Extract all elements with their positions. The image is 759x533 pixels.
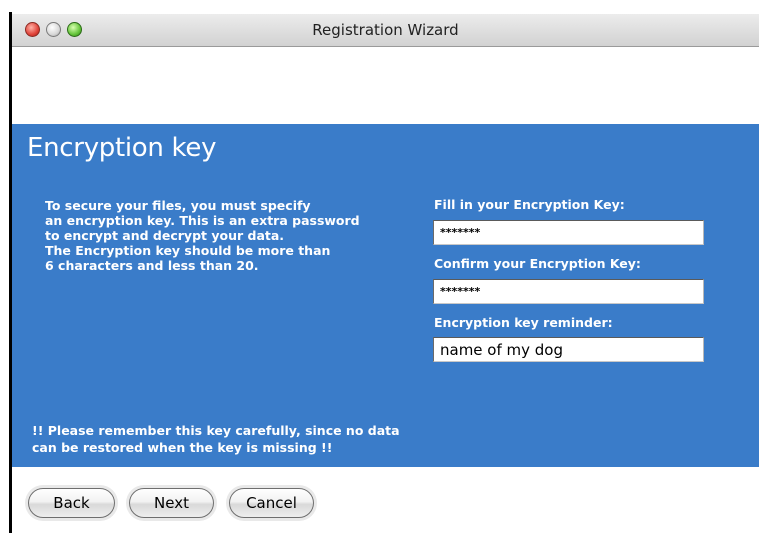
description-line: The Encryption key should be more than bbox=[45, 243, 331, 258]
cancel-button[interactable]: Cancel bbox=[229, 488, 314, 518]
warning-line: can be restored when the key is missing … bbox=[32, 440, 333, 455]
description-line: 6 characters and less than 20. bbox=[45, 258, 259, 273]
description-line: To secure your files, you must specify bbox=[45, 198, 311, 213]
encryption-key-field[interactable] bbox=[433, 220, 704, 245]
description-line: an encryption key. This is an extra pass… bbox=[45, 213, 360, 228]
confirm-key-field[interactable] bbox=[433, 279, 704, 304]
key-reminder-field[interactable] bbox=[433, 337, 704, 362]
warning-line: !! Please remember this key carefully, s… bbox=[32, 423, 400, 438]
window-title: Registration Wizard bbox=[312, 21, 459, 39]
description-line: to encrypt and decrypt your data. bbox=[45, 228, 285, 243]
page-title: Encryption key bbox=[27, 133, 217, 163]
title-bar[interactable]: Registration Wizard bbox=[12, 14, 759, 47]
encryption-key-label: Fill in your Encryption Key: bbox=[434, 197, 625, 212]
back-button[interactable]: Back bbox=[28, 488, 115, 518]
confirm-key-label: Confirm your Encryption Key: bbox=[434, 256, 641, 271]
warning-text: !! Please remember this key carefully, s… bbox=[32, 422, 400, 456]
description-text: To secure your files, you must specify a… bbox=[45, 198, 415, 273]
key-reminder-label: Encryption key reminder: bbox=[434, 315, 613, 330]
next-button[interactable]: Next bbox=[129, 488, 214, 518]
